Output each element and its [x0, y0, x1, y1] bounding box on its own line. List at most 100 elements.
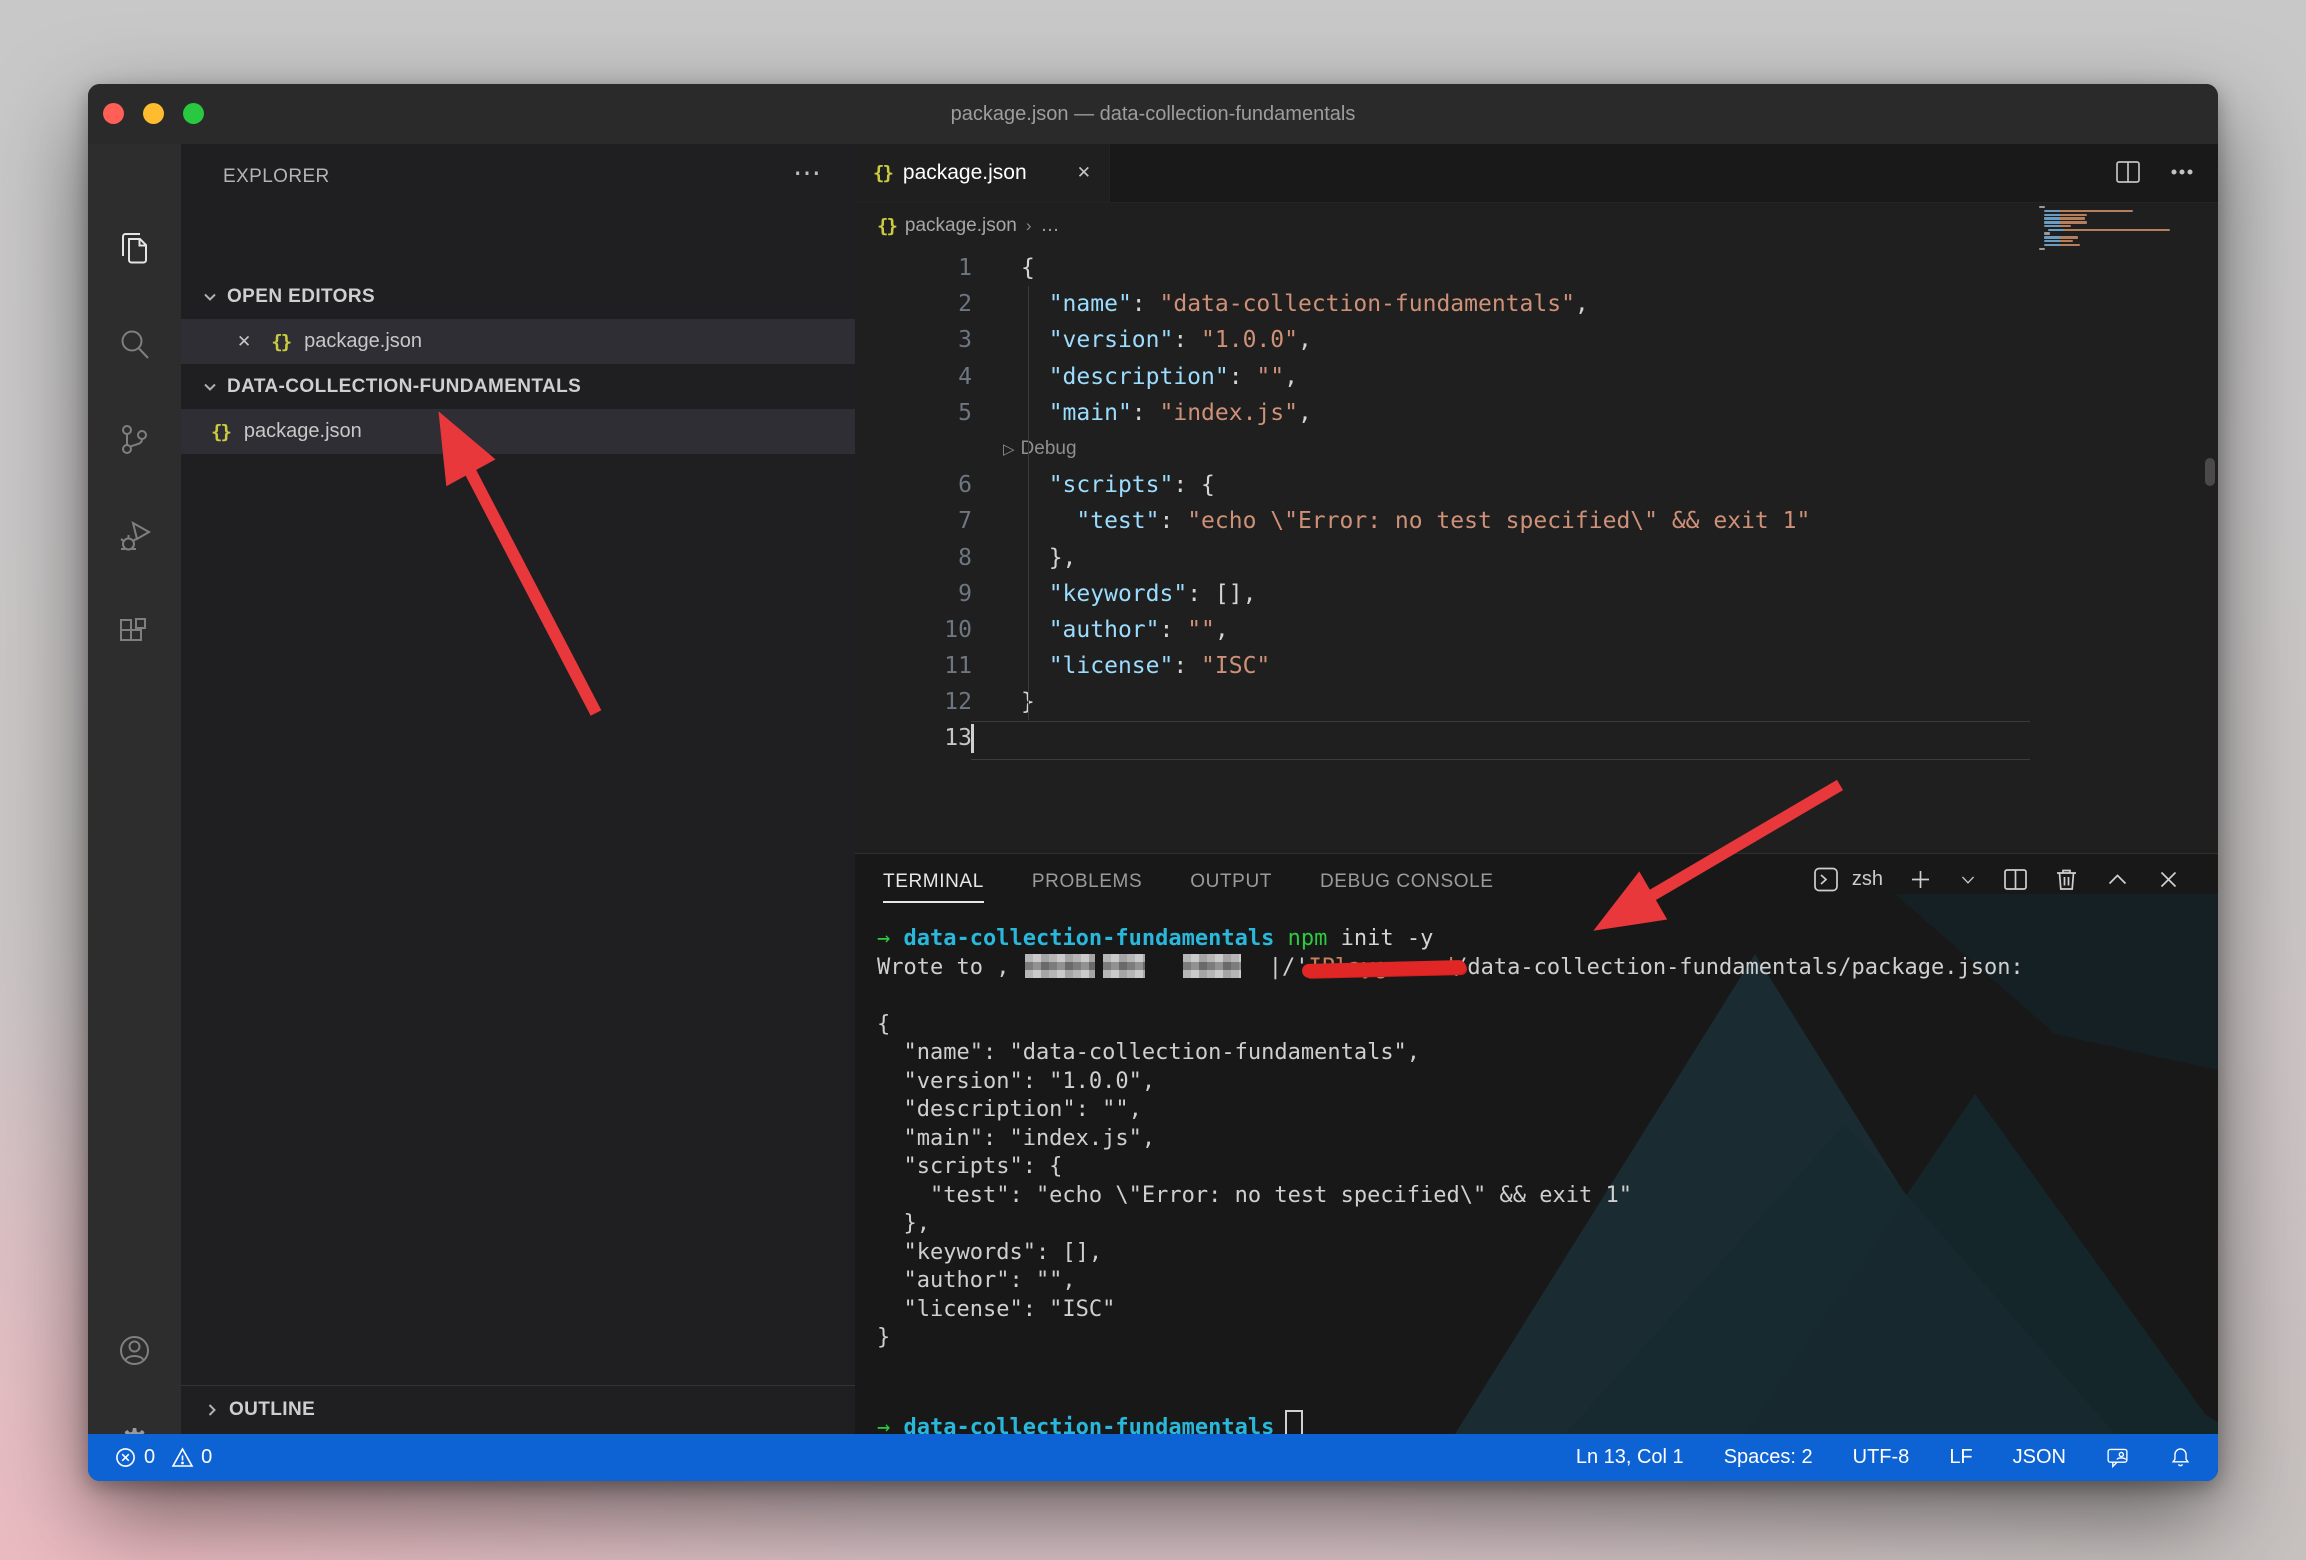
redacted-path: IPlayground: [1308, 955, 1454, 980]
error-circle-icon: [114, 1446, 137, 1469]
close-tab-icon[interactable]: ✕: [1077, 163, 1091, 183]
terminal-row: "author": "",: [877, 1267, 2208, 1296]
terminal-row: }: [877, 1324, 2208, 1353]
close-panel-icon[interactable]: [2155, 866, 2182, 893]
breadcrumb[interactable]: {} package.json › …: [855, 202, 2218, 250]
scrollbar-thumb[interactable]: [2205, 458, 2215, 486]
status-eol[interactable]: LF: [1949, 1446, 1972, 1469]
terminal-row: },: [877, 1210, 2208, 1239]
open-editors-section-header[interactable]: OPEN EDITORS: [181, 274, 855, 319]
terminal-content[interactable]: → data-collection-fundamentals npm init …: [877, 925, 2208, 1434]
code-line[interactable]: 1{: [855, 250, 2218, 286]
code-line[interactable]: 3 "version": "1.0.0",: [855, 322, 2218, 358]
minimap[interactable]: [2039, 206, 2191, 255]
editor-more-actions-icon[interactable]: [2168, 158, 2196, 186]
terminal-row: "keywords": [],: [877, 1239, 2208, 1268]
minimap-line: [2044, 221, 2088, 223]
warning-triangle-icon: [171, 1446, 194, 1469]
minimap-line: [2044, 210, 2134, 212]
code-line[interactable]: 8 },: [855, 540, 2218, 576]
terminal-row: "version": "1.0.0",: [877, 1068, 2208, 1097]
minimap-line: [2039, 251, 2045, 253]
chevron-down-icon: [201, 288, 219, 306]
status-indentation[interactable]: Spaces: 2: [1724, 1446, 1813, 1469]
terminal-row: [877, 1381, 2208, 1410]
line-number: 10: [910, 612, 972, 648]
accounts-icon[interactable]: [116, 1332, 153, 1369]
line-number: 4: [910, 359, 972, 395]
extensions-icon[interactable]: [116, 615, 153, 652]
feedback-icon[interactable]: [2106, 1446, 2129, 1469]
code-line[interactable]: 5 "main": "index.js",: [855, 395, 2218, 431]
code-line[interactable]: 4 "description": "",: [855, 359, 2218, 395]
close-editor-icon[interactable]: ✕: [237, 332, 251, 352]
search-icon[interactable]: [116, 326, 153, 363]
panel-actions: zsh: [1813, 866, 2182, 893]
outline-section-header[interactable]: OUTLINE: [181, 1385, 855, 1434]
json-file-icon: {}: [873, 162, 892, 184]
breadcrumb-separator: ›: [1026, 216, 1032, 236]
tree-item-package-json[interactable]: {} package.json: [181, 409, 855, 454]
code-line[interactable]: 6 "scripts": {: [855, 467, 2218, 503]
codelens-debug[interactable]: ▷Debug: [855, 431, 2218, 467]
line-number: 2: [910, 286, 972, 322]
indent-guide: [1028, 286, 1029, 720]
terminal-row: "name": "data-collection-fundamentals",: [877, 1039, 2208, 1068]
code-line[interactable]: 2 "name": "data-collection-fundamentals"…: [855, 286, 2218, 322]
terminal-row: → data-collection-fundamentals: [877, 1410, 2208, 1435]
line-number: 11: [910, 648, 972, 684]
line-number: 9: [910, 576, 972, 612]
line-number: 8: [910, 540, 972, 576]
line-number: 13: [910, 720, 972, 756]
open-editor-item-package-json[interactable]: ✕ {} package.json: [181, 319, 855, 364]
activity-bar: ⚙ 1: [88, 144, 181, 1434]
tab-problems[interactable]: PROBLEMS: [1032, 859, 1142, 905]
views-more-actions-icon[interactable]: ⋯: [793, 156, 821, 189]
breadcrumb-tail: …: [1041, 215, 1060, 237]
source-control-icon[interactable]: [116, 421, 153, 458]
launch-profile-chevron-icon[interactable]: [1958, 866, 1978, 893]
minimap-line: [2044, 225, 2072, 227]
minimap-line: [2044, 214, 2088, 216]
error-count: 0: [144, 1446, 155, 1469]
run-and-debug-icon[interactable]: [116, 518, 153, 555]
line-number: 3: [910, 322, 972, 358]
terminal-row: [877, 982, 2208, 1011]
code-line[interactable]: 7 "test": "echo \"Error: no test specifi…: [855, 503, 2218, 539]
tab-debug-console[interactable]: DEBUG CONSOLE: [1320, 859, 1494, 905]
tab-package-json[interactable]: {} package.json ✕: [855, 144, 1110, 202]
maximize-panel-icon[interactable]: [2104, 866, 2131, 893]
terminal-row: "license": "ISC": [877, 1296, 2208, 1325]
code-line[interactable]: 11 "license": "ISC": [855, 648, 2218, 684]
minimap-line: [2044, 236, 2079, 238]
status-cursor-position[interactable]: Ln 13, Col 1: [1576, 1446, 1684, 1469]
editor-group: {} package.json ✕ {} package.json › … 1{…: [855, 144, 2218, 853]
json-file-icon: {}: [271, 331, 290, 353]
minimap-line: [2044, 217, 2085, 219]
code-editor[interactable]: 1{2 "name": "data-collection-fundamental…: [855, 250, 2218, 853]
notifications-bell-icon[interactable]: [2169, 1446, 2192, 1469]
bottom-panel: TERMINAL PROBLEMS OUTPUT DEBUG CONSOLE z…: [855, 853, 2218, 1434]
workspace-section-header[interactable]: DATA-COLLECTION-FUNDAMENTALS: [181, 364, 855, 409]
problems-status[interactable]: 0 0: [88, 1446, 212, 1469]
title-bar: package.json — data-collection-fundament…: [88, 84, 2218, 144]
status-language-mode[interactable]: JSON: [2013, 1446, 2066, 1469]
new-terminal-icon[interactable]: [1907, 866, 1934, 893]
code-line[interactable]: 12}: [855, 684, 2218, 720]
tab-output[interactable]: OUTPUT: [1190, 859, 1272, 905]
explorer-icon[interactable]: [116, 230, 153, 267]
code-line[interactable]: 9 "keywords": [],: [855, 576, 2218, 612]
terminal-row: → data-collection-fundamentals npm init …: [877, 925, 2208, 954]
terminal-row: [877, 1353, 2208, 1382]
code-line[interactable]: 10 "author": "",: [855, 612, 2218, 648]
terminal-row: "test": "echo \"Error: no test specified…: [877, 1182, 2208, 1211]
minimap-line: [2044, 240, 2074, 242]
status-encoding[interactable]: UTF-8: [1853, 1446, 1910, 1469]
minimap-line: [2039, 248, 2045, 250]
tab-terminal[interactable]: TERMINAL: [883, 859, 984, 905]
split-editor-icon[interactable]: [2114, 158, 2142, 186]
kill-terminal-trash-icon[interactable]: [2053, 866, 2080, 893]
split-terminal-icon[interactable]: [2002, 866, 2029, 893]
redaction-mosaic: [1183, 954, 1241, 978]
terminal-profile-icon[interactable]: [1813, 866, 1840, 893]
